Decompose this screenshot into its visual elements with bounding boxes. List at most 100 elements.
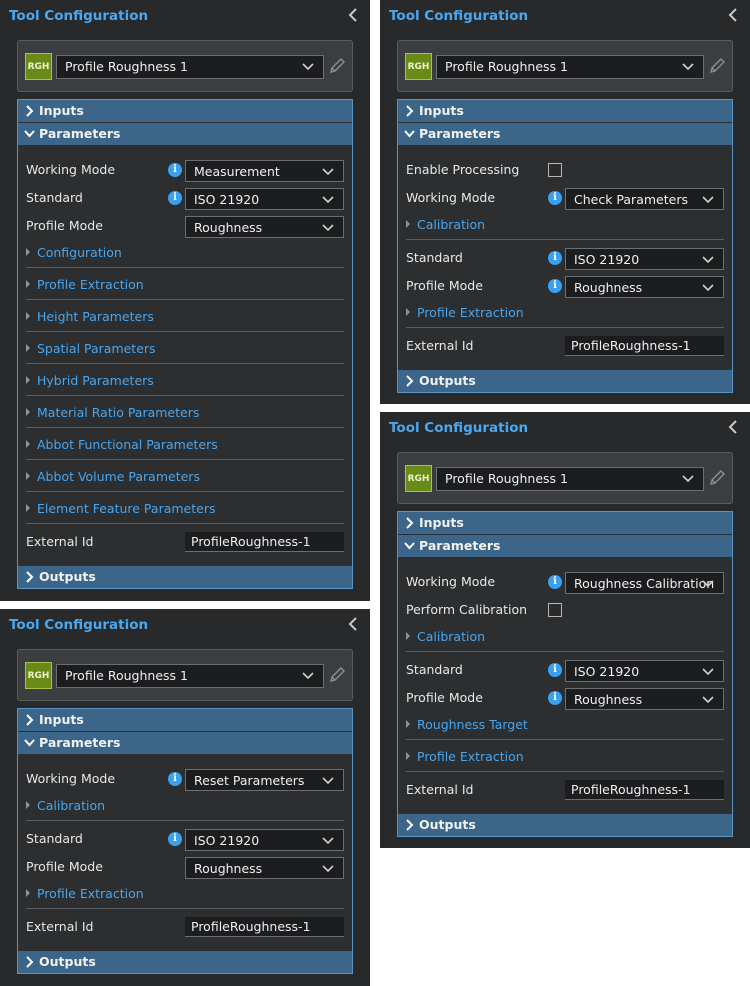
divider: [406, 651, 724, 652]
outputs-header[interactable]: Outputs: [398, 814, 732, 836]
group-profile-extraction[interactable]: Profile Extraction: [406, 749, 524, 764]
chevron-down-icon: [404, 130, 415, 138]
expand-triangle-icon: [26, 248, 30, 256]
group-profile-extraction[interactable]: Profile Extraction: [26, 886, 144, 901]
tool-select-dropdown[interactable]: Profile Roughness 1: [436, 467, 704, 491]
parameters-header[interactable]: Parameters: [18, 123, 352, 145]
expand-triangle-icon: [26, 408, 30, 416]
info-icon[interactable]: i: [548, 279, 562, 293]
group-height-parameters[interactable]: Height Parameters: [26, 309, 154, 324]
enable-processing-checkbox[interactable]: [548, 163, 562, 177]
perform-calibration-checkbox[interactable]: [548, 603, 562, 617]
tool-select-dropdown[interactable]: Profile Roughness 1: [436, 55, 704, 79]
divider: [26, 395, 344, 396]
group-profile-extraction[interactable]: Profile Extraction: [26, 277, 144, 292]
tool-config-panel-reset: Tool Configuration RGH Profile Roughness…: [0, 609, 370, 986]
standard-dropdown[interactable]: ISO 21920: [185, 829, 344, 851]
group-calibration[interactable]: Calibration: [406, 217, 485, 232]
group-element-feature-parameters[interactable]: Element Feature Parameters: [26, 501, 215, 516]
info-icon[interactable]: i: [168, 163, 182, 177]
external-id-input[interactable]: ProfileRoughness-1: [185, 917, 344, 937]
chevron-down-icon: [702, 284, 714, 292]
working-mode-label: Working Mode: [26, 162, 116, 177]
expand-triangle-icon: [26, 801, 30, 809]
chevron-left-icon[interactable]: [345, 615, 361, 633]
profile-mode-dropdown[interactable]: Roughness: [185, 857, 344, 879]
parameters-header[interactable]: Parameters: [18, 732, 352, 754]
info-icon[interactable]: i: [548, 663, 562, 677]
chevron-left-icon[interactable]: [725, 418, 741, 436]
profile-mode-value: Roughness: [194, 220, 263, 235]
chevron-down-icon: [682, 475, 694, 483]
chevron-down-icon: [24, 739, 35, 747]
external-id-input[interactable]: ProfileRoughness-1: [565, 336, 724, 356]
inputs-header[interactable]: Inputs: [398, 100, 732, 122]
info-icon[interactable]: i: [548, 251, 562, 265]
pencil-icon[interactable]: [328, 665, 346, 685]
working-mode-dropdown[interactable]: Roughness Calibration: [565, 572, 724, 594]
group-calibration[interactable]: Calibration: [26, 798, 105, 813]
tool-select-dropdown[interactable]: Profile Roughness 1: [56, 664, 324, 688]
external-id-input[interactable]: ProfileRoughness-1: [565, 780, 724, 800]
standard-dropdown[interactable]: ISO 21920: [565, 660, 724, 682]
divider: [26, 908, 344, 909]
group-material-ratio-parameters[interactable]: Material Ratio Parameters: [26, 405, 199, 420]
pencil-icon[interactable]: [708, 56, 726, 76]
divider: [26, 331, 344, 332]
outputs-label: Outputs: [419, 817, 476, 832]
chevron-down-icon: [702, 196, 714, 204]
info-icon[interactable]: i: [548, 691, 562, 705]
expand-triangle-icon: [26, 472, 30, 480]
group-roughness-target[interactable]: Roughness Target: [406, 717, 528, 732]
profile-mode-dropdown[interactable]: Roughness: [565, 688, 724, 710]
expand-triangle-icon: [406, 308, 410, 316]
working-mode-dropdown[interactable]: Reset Parameters: [185, 769, 344, 791]
outputs-label: Outputs: [419, 373, 476, 388]
expand-triangle-icon: [406, 720, 410, 728]
group-abbot-volume-parameters[interactable]: Abbot Volume Parameters: [26, 469, 200, 484]
tool-badge: RGH: [25, 662, 52, 689]
chevron-down-icon: [322, 837, 334, 845]
group-calibration[interactable]: Calibration: [406, 629, 485, 644]
working-mode-dropdown[interactable]: Measurement: [185, 160, 344, 182]
panel-title: Tool Configuration: [389, 420, 529, 436]
inputs-header[interactable]: Inputs: [18, 100, 352, 122]
group-spatial-parameters[interactable]: Spatial Parameters: [26, 341, 156, 356]
outputs-label: Outputs: [39, 569, 96, 584]
pencil-icon[interactable]: [708, 468, 726, 488]
working-mode-dropdown[interactable]: Check Parameters: [565, 188, 724, 210]
chevron-left-icon[interactable]: [345, 6, 361, 24]
group-hybrid-parameters[interactable]: Hybrid Parameters: [26, 373, 154, 388]
group-configuration[interactable]: Configuration: [26, 245, 122, 260]
external-id-input[interactable]: ProfileRoughness-1: [185, 532, 344, 552]
tool-select-dropdown[interactable]: Profile Roughness 1: [56, 55, 324, 79]
parameters-header[interactable]: Parameters: [398, 123, 732, 145]
outputs-header[interactable]: Outputs: [18, 566, 352, 588]
info-icon[interactable]: i: [548, 575, 562, 589]
outputs-header[interactable]: Outputs: [18, 951, 352, 973]
tool-sections: Inputs Parameters Working Mode i Reset P…: [17, 708, 353, 974]
chevron-right-icon: [406, 375, 414, 387]
info-icon[interactable]: i: [548, 191, 562, 205]
parameters-header[interactable]: Parameters: [398, 535, 732, 557]
group-abbot-functional-parameters[interactable]: Abbot Functional Parameters: [26, 437, 218, 452]
external-id-label: External Id: [26, 534, 94, 549]
profile-mode-dropdown[interactable]: Roughness: [185, 216, 344, 238]
standard-dropdown[interactable]: ISO 21920: [185, 188, 344, 210]
inputs-header[interactable]: Inputs: [18, 709, 352, 731]
outputs-header[interactable]: Outputs: [398, 370, 732, 392]
info-icon[interactable]: i: [168, 772, 182, 786]
tool-config-panel-calibration: Tool Configuration RGH Profile Roughness…: [380, 412, 750, 848]
profile-mode-dropdown[interactable]: Roughness: [565, 276, 724, 298]
group-profile-extraction[interactable]: Profile Extraction: [406, 305, 524, 320]
panel-title: Tool Configuration: [9, 617, 149, 633]
inputs-header[interactable]: Inputs: [398, 512, 732, 534]
info-icon[interactable]: i: [168, 191, 182, 205]
pencil-icon[interactable]: [328, 56, 346, 76]
standard-dropdown[interactable]: ISO 21920: [565, 248, 724, 270]
chevron-left-icon[interactable]: [725, 6, 741, 24]
working-mode-label: Working Mode: [26, 771, 116, 786]
info-icon[interactable]: i: [168, 832, 182, 846]
expand-triangle-icon: [26, 889, 30, 897]
standard-label: Standard: [406, 250, 463, 265]
